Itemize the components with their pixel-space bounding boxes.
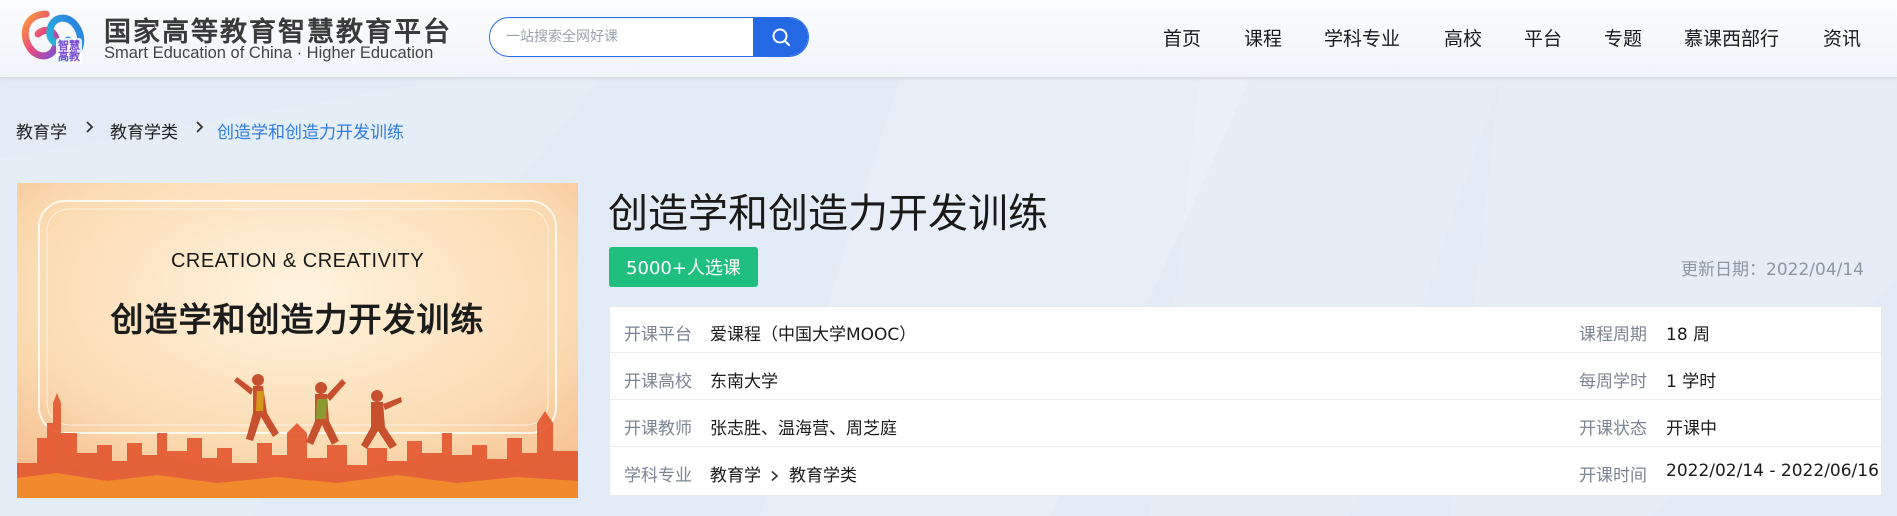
teachers-value: 张志胜、温海营、周芝庭 [710,419,897,439]
cover-title-en: CREATION & CREATIVITY [170,250,425,272]
enroll-count-badge: 5000+人选课 [609,247,758,287]
main-nav: 首页 课程 学科专业 高校 平台 专题 慕课西部行 资讯 [0,0,1897,78]
duration-value: 18 周 [1666,325,1711,345]
nav-item-universities[interactable]: 高校 [1444,24,1482,51]
nav-item-home[interactable]: 首页 [1163,24,1201,51]
course-cover-image[interactable]: CREATION & CREATIVITY 创造学和创造力开发训练 [17,183,578,498]
weekly-hours-label: 每周学时 [1579,372,1647,392]
course-title: 创造学和创造力开发训练 [608,191,1048,237]
breadcrumb-item-current: 创造学和创造力开发训练 [217,123,404,143]
nav-item-disciplines[interactable]: 学科专业 [1324,24,1400,51]
info-row: 学科专业 教育学 教育学类 开课时间 2022/02/14 - 2022/06/1… [610,448,1881,494]
nav-item-mooc-west[interactable]: 慕课西部行 [1684,24,1779,51]
update-date: 更新日期：2022/04/14 [1681,260,1864,280]
status-label: 开课状态 [1579,419,1647,439]
top-header: 智慧高教 国家高等教育智慧教育平台 Smart Education of Chi… [0,0,1897,78]
university-value[interactable]: 东南大学 [710,367,778,392]
nav-item-news[interactable]: 资讯 [1823,24,1861,51]
schedule-value: 2022/02/14 - 2022/06/16 [1666,461,1879,481]
discipline-link-category[interactable]: 教育学类 [789,466,857,486]
breadcrumb-item-education-category[interactable]: 教育学类 [110,118,178,143]
discipline-label: 学科专业 [624,466,692,486]
status-value: 开课中 [1666,419,1717,439]
discipline-value: 教育学 教育学类 [710,461,857,486]
cover-title-cn: 创造学和创造力开发训练 [110,300,485,339]
weekly-hours-value: 1 学时 [1666,372,1717,392]
chevron-right-icon [86,121,94,133]
university-label: 开课高校 [624,372,692,392]
chevron-right-icon [196,121,204,133]
info-row: 开课教师 张志胜、温海营、周芝庭 开课状态 开课中 [610,401,1881,447]
duration-label: 课程周期 [1579,325,1647,345]
platform-value: 爱课程（中国大学MOOC） [710,325,917,345]
chevron-right-icon [771,470,779,482]
course-info-table: 开课平台 爱课程（中国大学MOOC） 课程周期 18 周 开课高校 东南大学 每… [609,306,1882,496]
info-row: 开课平台 爱课程（中国大学MOOC） 课程周期 18 周 [610,307,1881,353]
info-row: 开课高校 东南大学 每周学时 1 学时 [610,354,1881,400]
discipline-link-education[interactable]: 教育学 [710,466,761,486]
platform-label: 开课平台 [624,325,692,345]
nav-item-topics[interactable]: 专题 [1604,24,1642,51]
nav-item-platforms[interactable]: 平台 [1524,24,1562,51]
nav-item-courses[interactable]: 课程 [1244,24,1282,51]
schedule-label: 开课时间 [1579,466,1647,486]
breadcrumb-item-education[interactable]: 教育学 [16,118,67,143]
teachers-label: 开课教师 [624,419,692,439]
